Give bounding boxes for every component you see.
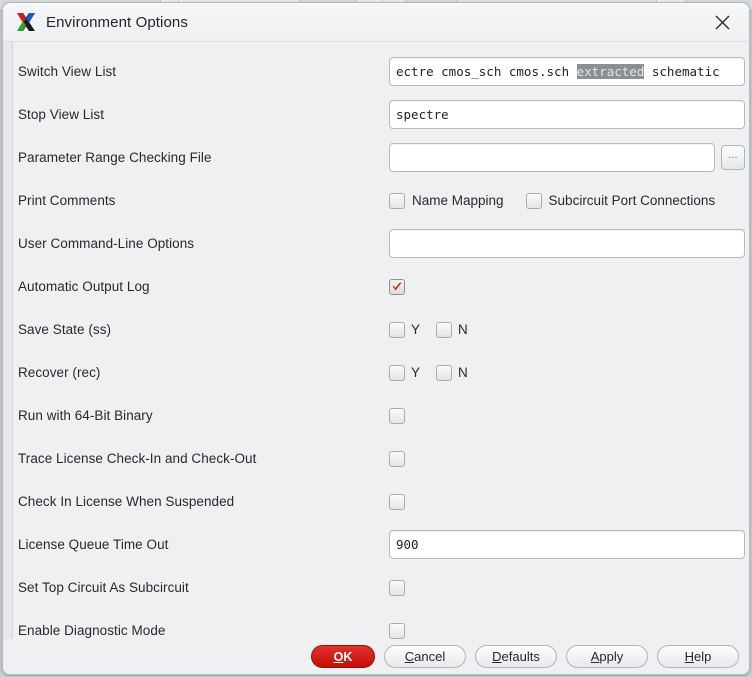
row-parameter-range-checking-file: Parameter Range Checking File ... [13,136,749,179]
label-save-state: Save State (ss) [18,322,112,337]
row-trace-license: Trace License Check-In and Check-Out [13,437,749,480]
license-queue-time-out-input[interactable]: 900 [389,530,745,559]
checkmark-icon [392,282,402,290]
checkbox-run-with-64bit-binary[interactable] [389,407,405,424]
label-stop-view-list: Stop View List [18,107,104,122]
label-set-top-circuit-as-subcircuit: Set Top Circuit As Subcircuit [18,580,189,595]
switch-view-list-text-before: ectre cmos_sch cmos.sch [396,64,577,79]
checkbox-enable-diagnostic-mode[interactable] [389,622,405,639]
checkbox-trace-license[interactable] [389,450,405,467]
checkbox-group-recover-n: N [436,364,484,381]
checkbox-group-name-mapping: Name Mapping [389,192,526,209]
defaults-rest: efaults [501,649,540,664]
row-user-command-line-options: User Command-Line Options [13,222,749,265]
row-run-with-64bit-binary: Run with 64-Bit Binary [13,394,749,437]
label-user-command-line-options: User Command-Line Options [18,236,195,251]
checkbox-group-save-state-y: Y [389,321,436,338]
label-recover-yes: Y [411,365,421,380]
cancel-rest: ancel [414,649,446,664]
cancel-button[interactable]: Cancel [384,645,466,668]
label-trace-license: Trace License Check-In and Check-Out [18,451,257,466]
checkbox-recover-no[interactable] [436,364,453,381]
checkbox-automatic-output-log[interactable] [389,278,405,295]
label-recover-no: N [458,365,468,380]
row-set-top-circuit-as-subcircuit: Set Top Circuit As Subcircuit [13,566,749,609]
help-mnemonic: H [684,649,695,664]
defaults-button[interactable]: Defaults [475,645,557,668]
x-logo-icon [15,11,37,33]
ok-mnemonic: O [333,649,344,664]
checkbox-group-recover-y: Y [389,364,436,381]
options-rows: Switch View List ectre cmos_sch cmos.sch… [13,42,749,652]
label-recover: Recover (rec) [18,365,101,380]
checkbox-save-state-yes[interactable] [389,321,405,338]
label-enable-diagnostic-mode: Enable Diagnostic Mode [18,623,166,638]
label-switch-view-list: Switch View List [18,64,117,79]
row-license-queue-time-out: License Queue Time Out 900 [13,523,749,566]
label-license-queue-time-out: License Queue Time Out [18,537,169,552]
label-print-comments: Print Comments [18,193,116,208]
switch-view-list-input[interactable]: ectre cmos_sch cmos.sch extracted schema… [389,57,745,86]
label-parameter-range-checking-file: Parameter Range Checking File [18,150,212,165]
stop-view-list-input[interactable]: spectre [389,100,745,129]
checkbox-check-in-license-suspended[interactable] [389,493,405,510]
dialog-button-bar: OK Cancel Defaults Apply Help [3,639,749,674]
row-recover: Recover (rec) Y N [13,351,749,394]
label-check-in-license-suspended: Check In License When Suspended [18,494,235,509]
checkbox-group-save-state-n: N [436,321,484,338]
cancel-mnemonic: C [404,649,415,664]
title-bar: Environment Options [3,3,749,42]
row-save-state: Save State (ss) Y N [13,308,749,351]
checkbox-group-subcircuit-port-connections: Subcircuit Port Connections [525,192,738,209]
row-switch-view-list: Switch View List ectre cmos_sch cmos.sch… [13,50,749,93]
user-command-line-options-input[interactable] [389,229,745,258]
checkbox-save-state-no[interactable] [436,321,453,338]
checkbox-name-mapping[interactable] [389,192,405,209]
label-automatic-output-log: Automatic Output Log [18,279,150,294]
parameter-range-checking-file-input[interactable] [389,143,715,172]
apply-mnemonic: A [590,649,600,664]
label-name-mapping: Name Mapping [412,193,504,208]
options-content: Switch View List ectre cmos_sch cmos.sch… [3,42,749,642]
apply-rest: pply [599,649,624,664]
switch-view-list-text-after: schematic [644,64,720,79]
checkbox-recover-yes[interactable] [389,364,405,381]
help-button[interactable]: Help [657,645,739,668]
row-print-comments: Print Comments Name Mapping Subcircuit P… [13,179,749,222]
apply-button[interactable]: Apply [566,645,648,668]
ellipsis-icon[interactable]: ... [721,145,745,170]
defaults-mnemonic: D [492,649,502,664]
row-automatic-output-log: Automatic Output Log [13,265,749,308]
row-check-in-license-suspended: Check In License When Suspended [13,480,749,523]
left-frame-strip [3,42,13,642]
window-title: Environment Options [46,13,188,31]
help-rest: elp [694,649,712,664]
ok-rest: K [343,649,353,664]
close-icon[interactable] [703,9,741,35]
checkbox-set-top-circuit-as-subcircuit[interactable] [389,579,405,596]
environment-options-dialog: Environment Options Switch View List ect… [2,2,750,675]
row-stop-view-list: Stop View List spectre [13,93,749,136]
label-run-with-64bit-binary: Run with 64-Bit Binary [18,408,153,423]
checkbox-subcircuit-port-connections[interactable] [525,192,542,209]
ok-button[interactable]: OK [311,645,375,668]
label-subcircuit-port-connections: Subcircuit Port Connections [548,193,716,208]
label-save-state-yes: Y [411,322,421,337]
label-save-state-no: N [458,322,468,337]
switch-view-list-selected-text: extracted [576,64,645,79]
